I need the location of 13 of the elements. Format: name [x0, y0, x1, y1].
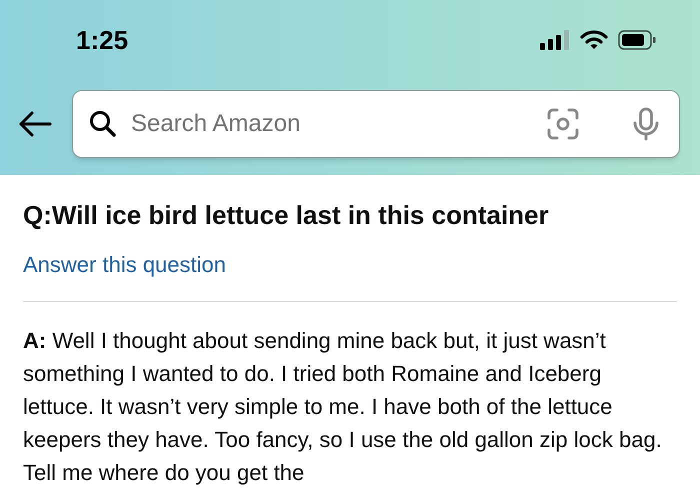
search-input[interactable]: Search Amazon — [131, 106, 533, 142]
back-arrow-icon[interactable] — [18, 111, 52, 137]
signal-icon — [540, 30, 570, 50]
status-time: 1:25 — [76, 24, 128, 56]
question-title: Q:Will ice bird lettuce last in this container — [23, 199, 550, 231]
answer-question-link[interactable]: Answer this question — [23, 251, 677, 279]
answer-text: A: Well I thought about sending mine back but, it just wasn’t something I wanted to do. I tried both Romaine and Iceberg lettuce. It wasn’t very simple to me. I have both of the lettuce keepers they have. Too fancy, so I use the old gallon zip lock bag. Tell me where do you get the — [23, 327, 663, 487]
search-field[interactable]: Search Amazon — [72, 90, 680, 158]
microphone-icon[interactable] — [633, 107, 659, 141]
search-icon — [89, 110, 117, 138]
camera-scan-icon[interactable] — [547, 108, 579, 140]
battery-icon — [618, 30, 656, 50]
wifi-icon — [580, 30, 608, 50]
